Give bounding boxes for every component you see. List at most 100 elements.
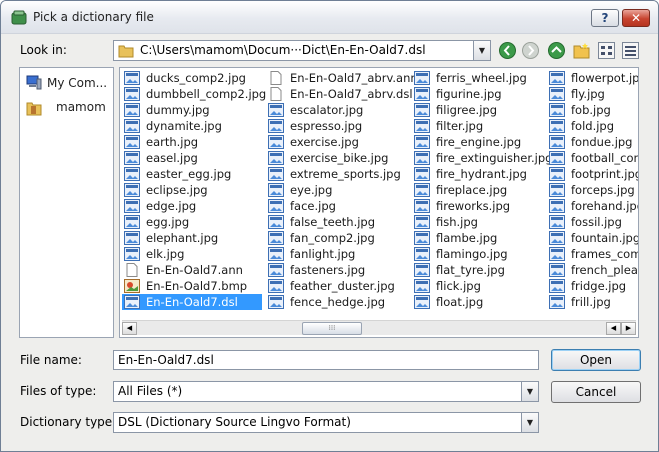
list-view-icon[interactable] [597,41,616,60]
detail-view-icon[interactable] [621,41,640,60]
file-item[interactable]: fireplace.jpg [412,182,542,198]
file-item[interactable]: fireworks.jpg [412,198,542,214]
file-item[interactable]: fly.jpg [547,86,638,102]
file-item[interactable]: forceps.jpg [547,182,638,198]
file-item[interactable]: En-En-Oald7_abrv.ann [266,70,418,86]
new-folder-icon[interactable] [572,41,591,60]
parent-folder-icon[interactable] [547,41,566,60]
file-name-text: football_com [571,151,639,165]
file-item[interactable]: football_com [547,150,639,166]
file-item[interactable]: fan_comp2.jpg [266,230,406,246]
file-item[interactable]: fridge.jpg [547,278,638,294]
scroll-left-icon[interactable]: ◀ [122,322,137,335]
image-file-icon [414,151,430,165]
file-item[interactable]: dummy.jpg [122,102,262,118]
file-item[interactable]: En-En-Oald7_abrv.dsl [266,86,413,102]
scroll-left-icon[interactable]: ◀ [606,322,621,335]
file-item[interactable]: footprint.jpg [547,166,638,182]
user-folder-icon [26,102,42,116]
file-item[interactable]: float.jpg [412,294,542,310]
file-item[interactable]: exercise.jpg [266,134,406,150]
files-of-type-select[interactable]: All Files (*) ▼ [113,381,539,402]
file-item[interactable]: flat_tyre.jpg [412,262,542,278]
file-item[interactable]: fondue.jpg [547,134,638,150]
file-item[interactable]: feather_duster.jpg [266,278,406,294]
image-file-icon [124,199,140,213]
look-in-label: Look in: [20,43,67,57]
file-item[interactable]: fish.jpg [412,214,542,230]
chevron-down-icon[interactable]: ▼ [521,382,538,401]
file-name-input[interactable]: En-En-Oald7.dsl [113,350,539,370]
file-item[interactable]: fence_hedge.jpg [266,294,406,310]
file-item[interactable]: flowerpot.jpg [547,70,638,86]
chevron-down-icon[interactable]: ▼ [473,41,490,60]
file-item[interactable]: frill.jpg [547,294,638,310]
image-file-icon [549,87,565,101]
file-item-selected[interactable]: En-En-Oald7.dsl [122,294,262,310]
file-item[interactable]: fossil.jpg [547,214,638,230]
open-button[interactable]: Open [551,349,641,371]
scroll-right-icon[interactable]: ▶ [621,322,636,335]
dictionary-type-select[interactable]: DSL (Dictionary Source Lingvo Format) ▼ [113,412,539,433]
file-item[interactable]: elephant.jpg [122,230,262,246]
file-item[interactable]: En-En-Oald7.ann [122,262,262,278]
file-list[interactable]: ducks_comp2.jpg dumbbell_comp2.jpg dummy.j… [119,67,639,338]
file-item[interactable]: fire_hydrant.jpg [412,166,542,182]
bitmap-icon [124,279,140,293]
file-item[interactable]: dumbbell_comp2.jpg [122,86,266,102]
file-name-text: fire_engine.jpg [436,135,522,149]
file-item[interactable]: ferris_wheel.jpg [412,70,542,86]
file-item[interactable]: fire_engine.jpg [412,134,542,150]
file-item[interactable]: forehand.jpg [547,198,638,214]
image-file-icon [124,167,140,181]
image-file-icon [414,247,430,261]
file-name-text: french_pleat_ [571,263,638,277]
file-item[interactable]: ducks_comp2.jpg [122,70,262,86]
file-item[interactable]: earth.jpg [122,134,262,150]
file-item[interactable]: egg.jpg [122,214,262,230]
file-item[interactable]: eclipse.jpg [122,182,262,198]
cancel-button[interactable]: Cancel [551,381,641,403]
file-item[interactable]: elk.jpg [122,246,262,262]
file-item[interactable]: exercise_bike.jpg [266,150,406,166]
chevron-down-icon[interactable]: ▼ [521,413,538,432]
file-item[interactable]: false_teeth.jpg [266,214,406,230]
file-item[interactable]: escalator.jpg [266,102,406,118]
file-item[interactable]: edge.jpg [122,198,262,214]
file-item[interactable]: easter_egg.jpg [122,166,262,182]
file-item[interactable]: easel.jpg [122,150,262,166]
file-item[interactable]: fountain.jpg [547,230,638,246]
look-in-combo[interactable]: C:\Users\mamom\Docum···Dict\En-En-Oald7.… [113,40,491,61]
file-item[interactable]: flambe.jpg [412,230,542,246]
file-item[interactable]: dynamite.jpg [122,118,262,134]
file-item[interactable]: figurine.jpg [412,86,542,102]
file-name-text: easel.jpg [146,151,198,165]
file-item[interactable]: face.jpg [266,198,406,214]
scrollbar-thumb[interactable]: ⁞⁞⁞ [302,322,362,335]
close-button[interactable]: ✕ [622,9,650,27]
file-item[interactable]: fanlight.jpg [266,246,406,262]
file-name-text: figurine.jpg [436,87,502,101]
help-button[interactable]: ? [591,9,619,27]
file-item[interactable]: eye.jpg [266,182,406,198]
horizontal-scrollbar[interactable]: ◀ ⁞⁞⁞ ◀ ▶ [122,320,636,335]
file-item[interactable]: extreme_sports.jpg [266,166,406,182]
file-item[interactable]: frames_comp [547,246,638,262]
file-item[interactable]: filigree.jpg [412,102,542,118]
file-item[interactable]: fire_extinguisher.jpg [412,150,552,166]
file-item[interactable]: En-En-Oald7.bmp [122,278,262,294]
file-item[interactable]: fob.jpg [547,102,638,118]
file-item[interactable]: flick.jpg [412,278,542,294]
image-file-icon [268,295,284,309]
file-item[interactable]: espresso.jpg [266,118,406,134]
file-item[interactable]: fold.jpg [547,118,638,134]
file-item[interactable]: flamingo.jpg [412,246,542,262]
file-item[interactable]: filter.jpg [412,118,542,134]
title-bar[interactable]: Pick a dictionary file ? ✕ [1,1,658,34]
file-item[interactable]: french_pleat_ [547,262,638,278]
back-icon[interactable] [498,41,517,60]
file-name-text: elephant.jpg [146,231,219,245]
file-item[interactable]: fasteners.jpg [266,262,406,278]
window-title: Pick a dictionary file [33,10,154,24]
forward-icon[interactable] [521,41,540,60]
